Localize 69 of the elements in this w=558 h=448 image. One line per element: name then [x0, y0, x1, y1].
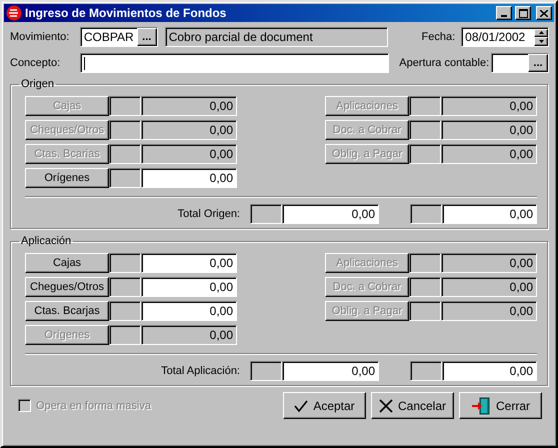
code-field	[109, 144, 141, 164]
total-label: Total Origen:	[178, 208, 240, 220]
amount-field[interactable]: 0,00	[141, 277, 237, 297]
section-button[interactable]: Cajas	[25, 253, 109, 273]
checkmark-icon	[294, 400, 308, 412]
field-label: Fecha:	[420, 31, 456, 43]
amount-field: 0,00	[441, 144, 537, 164]
close-button[interactable]	[536, 6, 552, 20]
total-field[interactable]: 0,00	[282, 361, 379, 381]
code-field	[109, 325, 141, 345]
code-field	[250, 361, 282, 381]
accept-button[interactable]: Aceptar	[283, 392, 366, 419]
amount-field: 0,00	[441, 301, 537, 321]
code-field	[410, 361, 442, 381]
amount-field: 0,00	[441, 96, 537, 116]
browse-button[interactable]: ...	[136, 28, 157, 46]
close-button[interactable]: Cerrar	[459, 392, 542, 419]
app-logo-icon	[6, 5, 22, 21]
browse-button[interactable]: ...	[528, 54, 548, 72]
code-field	[109, 120, 141, 140]
amount-field: 0,00	[441, 277, 537, 297]
window-title: Ingreso de Movimientos de Fondos	[25, 6, 228, 20]
amount-field: 0,00	[441, 120, 537, 140]
close-icon	[378, 398, 393, 412]
amount-field[interactable]: 0,00	[141, 168, 237, 188]
code-field	[409, 277, 441, 297]
code-field	[250, 204, 282, 224]
minimize-button[interactable]	[496, 6, 512, 20]
code-field	[409, 96, 441, 116]
total-field[interactable]: 0,00	[442, 204, 537, 224]
section-button[interactable]: Chegues/Otros	[25, 277, 109, 297]
total-field[interactable]: 0,00	[442, 361, 537, 381]
amount-field: 0,00	[141, 96, 237, 116]
close-icon	[540, 10, 548, 16]
section-title: Origen	[20, 78, 56, 90]
code-field	[109, 253, 141, 273]
total-field[interactable]: 0,00	[282, 204, 379, 224]
amount-field[interactable]: 0,00	[141, 253, 237, 273]
section-button[interactable]: Orígenes	[25, 168, 109, 188]
total-label: Total Aplicación:	[161, 365, 240, 377]
field-label: Movimiento:	[10, 31, 70, 43]
amount-field: 0,00	[141, 120, 237, 140]
down-arrow-icon	[538, 40, 544, 43]
concept-field[interactable]	[80, 53, 390, 73]
code-field	[109, 277, 141, 297]
date-spinner[interactable]	[534, 28, 548, 46]
maximize-button[interactable]	[515, 6, 531, 20]
cancel-button[interactable]: Cancelar	[371, 392, 454, 419]
amount-field[interactable]: 0,00	[141, 301, 237, 321]
maximize-icon	[518, 8, 528, 18]
section-button[interactable]: Ctas. Bcarjas	[25, 301, 109, 321]
code-field	[409, 120, 441, 140]
field-label: Apertura contable:	[398, 57, 490, 69]
movement-description-field: Cobro parcial de document	[164, 27, 388, 47]
amount-field: 0,00	[141, 325, 237, 345]
code-field	[409, 301, 441, 321]
amount-field: 0,00	[141, 144, 237, 164]
code-field	[410, 204, 442, 224]
amount-field: 0,00	[441, 253, 537, 273]
code-field	[109, 301, 141, 321]
code-field	[109, 96, 141, 116]
section-title: Aplicación	[20, 235, 72, 247]
exit-door-icon	[470, 396, 491, 414]
up-arrow-icon	[538, 31, 544, 34]
checkbox-label: Opera en forma masiva	[36, 400, 152, 412]
code-field	[409, 144, 441, 164]
field-label: Concepto:	[10, 57, 62, 69]
code-field	[409, 253, 441, 273]
code-field	[109, 168, 141, 188]
